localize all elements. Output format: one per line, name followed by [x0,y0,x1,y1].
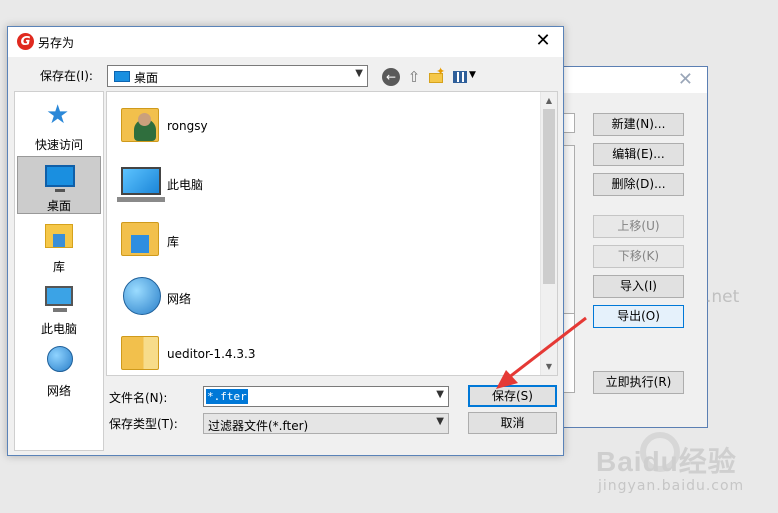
file-type-label: 保存类型(T): [109,417,178,431]
place-quick-access[interactable]: ★ 快速访问 [17,96,101,154]
file-type-dropdown[interactable]: 过滤器文件(*.fter) ▼ [203,413,449,434]
file-name-input[interactable]: *.fter ▼ [203,386,449,407]
library-folder-icon [121,222,159,256]
place-library[interactable]: 库 [17,218,101,276]
place-label: 快速访问 [34,138,83,152]
scroll-up-icon[interactable]: ▲ [541,92,557,109]
view-menu-icon[interactable]: ▼ [452,68,480,86]
save-button[interactable]: 保存(S) [468,385,557,407]
place-desktop[interactable]: 桌面 [17,156,101,214]
scrollbar-thumb[interactable] [543,109,555,284]
app-logo-icon: G [17,33,34,50]
place-label: 桌面 [46,199,71,213]
folder-icon [121,336,159,370]
new-button[interactable]: 新建(N)... [593,113,684,136]
list-item[interactable]: rongsy [115,102,515,154]
place-label: 此电脑 [40,322,77,336]
library-icon [45,224,73,248]
network-icon [123,277,161,315]
user-folder-icon [121,108,159,142]
computer-icon [45,286,73,312]
file-list[interactable]: rongsy 此电脑 库 网络 ueditor-1.4.3.3 ▲ ▼ [106,91,558,376]
save-as-dialog: G 另存为 ✕ 保存在(I): 桌面 ▼ ← ⇧ ✦ ▼ ★ 快速访问 桌面 库… [7,26,564,456]
list-item[interactable]: 库 [115,216,515,268]
file-name-value: *.fter [206,389,248,404]
export-button[interactable]: 导出(O) [593,305,684,328]
vertical-scrollbar[interactable]: ▲ ▼ [540,92,557,375]
file-name: 此电脑 [167,178,204,192]
watermark-brand: Baidu经验 [596,446,737,477]
chevron-down-icon[interactable]: ▼ [436,389,444,400]
file-name: 库 [167,235,180,249]
place-this-pc[interactable]: 此电脑 [17,280,101,338]
desktop-icon [114,71,130,82]
network-icon [47,346,73,372]
cancel-button[interactable]: 取消 [468,412,557,434]
move-down-button[interactable]: 下移(K) [593,245,684,268]
watermark-url: jingyan.baidu.com [598,478,745,494]
file-name: 网络 [167,292,192,306]
list-item[interactable]: 此电脑 [115,159,515,211]
run-now-button[interactable]: 立即执行(R) [593,371,684,394]
chevron-down-icon: ▼ [355,68,363,79]
background-dialog-body: 新建(N)... 编辑(E)... 删除(D)... 上移(U) 下移(K) 导… [549,93,707,427]
new-folder-icon[interactable]: ✦ [428,65,446,86]
back-icon[interactable]: ← [382,68,400,86]
save-in-label: 保存在(I): [40,69,93,83]
place-network[interactable]: 网络 [17,342,101,400]
edit-button[interactable]: 编辑(E)... [593,143,684,166]
file-name-label: 文件名(N): [109,391,168,405]
move-up-button[interactable]: 上移(U) [593,215,684,238]
background-dialog: ✕ 新建(N)... 编辑(E)... 删除(D)... 上移(U) 下移(K)… [548,66,708,428]
star-icon: ★ [46,100,70,130]
watermark-fragment: .net [706,287,740,307]
desktop-icon [45,165,75,192]
background-close-icon[interactable]: ✕ [678,69,693,90]
chevron-down-icon: ▼ [436,416,444,427]
list-item[interactable]: 网络 [115,273,515,325]
place-label: 网络 [46,384,71,398]
close-icon[interactable]: ✕ [531,30,555,52]
file-name: rongsy [167,119,208,133]
import-button[interactable]: 导入(I) [593,275,684,298]
up-folder-icon[interactable]: ⇧ [405,68,423,86]
delete-button[interactable]: 删除(D)... [593,173,684,196]
file-name: ueditor-1.4.3.3 [167,347,256,361]
computer-icon [117,167,165,202]
place-label: 库 [52,260,65,274]
dialog-title: 另存为 [38,36,75,50]
file-type-value: 过滤器文件(*.fter) [208,419,309,433]
list-item[interactable]: ueditor-1.4.3.3 [115,330,515,375]
save-in-value: 桌面 [134,71,159,85]
places-bar: ★ 快速访问 桌面 库 此电脑 网络 [14,91,104,451]
background-dialog-titlebar: ✕ [549,67,707,93]
scroll-down-icon[interactable]: ▼ [541,358,557,375]
save-in-dropdown[interactable]: 桌面 ▼ [107,65,368,87]
dialog-titlebar: G 另存为 ✕ [8,27,563,57]
